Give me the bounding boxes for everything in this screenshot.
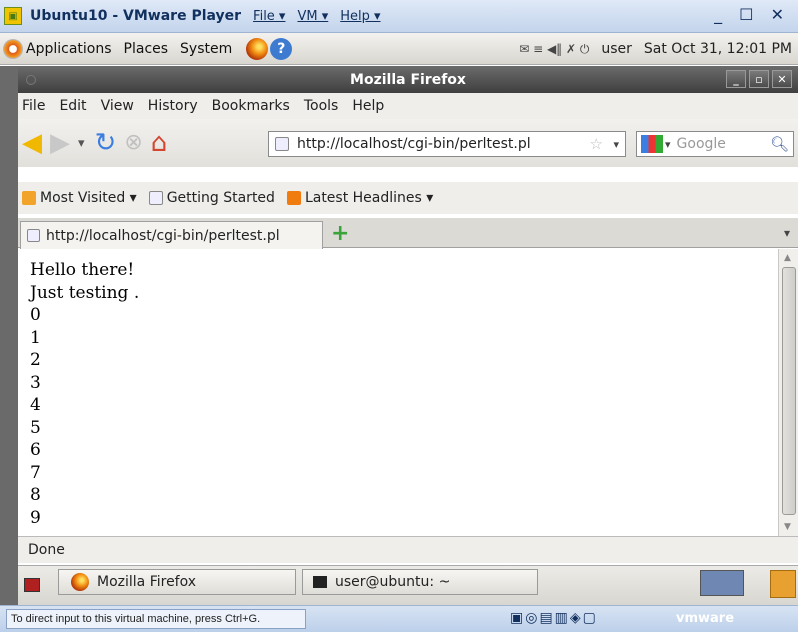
close-button[interactable]: ✕: [772, 70, 792, 88]
search-placeholder[interactable]: Google: [677, 136, 726, 152]
status-bar: Done: [18, 536, 798, 563]
tab-favicon-icon: [27, 229, 40, 242]
vmware-status-bar: To direct input to this virtual machine,…: [0, 605, 798, 632]
vmware-window-controls[interactable]: _ ☐ ✕: [714, 5, 790, 24]
bookmark-star-icon[interactable]: ☆: [590, 135, 603, 153]
menu-bookmarks[interactable]: Bookmarks: [212, 98, 290, 114]
firefox-icon: [71, 573, 89, 591]
firefox-menu-bar: File Edit View History Bookmarks Tools H…: [18, 93, 798, 119]
content-line: 7: [30, 462, 41, 483]
menu-history[interactable]: History: [148, 98, 198, 114]
workspace-switcher[interactable]: [700, 570, 744, 596]
vertical-scrollbar[interactable]: ▲ ▼: [778, 249, 798, 536]
taskbar-item-terminal[interactable]: user@ubuntu: ~: [302, 569, 538, 595]
vmware-brand-logo: vmware: [676, 611, 735, 626]
page-icon: [148, 191, 163, 205]
reload-icon[interactable]: ↻: [95, 130, 117, 156]
help-icon[interactable]: ?: [270, 37, 293, 60]
content-line: 5: [30, 417, 41, 438]
desktop-left-edge: [0, 66, 18, 605]
vmware-window-title: Ubuntu10 - VMware Player: [30, 8, 242, 24]
stop-icon[interactable]: ⊗: [124, 132, 142, 154]
content-line: 8: [30, 485, 41, 505]
firefox-title-bar: Mozilla Firefox _ ▫ ✕: [18, 66, 798, 93]
bookmark-getting-started[interactable]: Getting Started: [148, 190, 275, 206]
menu-help[interactable]: Help: [352, 98, 384, 114]
scroll-up-icon[interactable]: ▲: [784, 253, 791, 263]
url-dropdown-icon[interactable]: ▾: [613, 138, 619, 151]
bookmark-label: Getting Started: [166, 190, 275, 206]
taskbar-item-label: Mozilla Firefox: [97, 574, 197, 590]
bookmark-label: Latest Headlines ▾: [304, 190, 434, 206]
content-line: 0: [30, 305, 41, 325]
minimize-button[interactable]: _: [726, 70, 746, 88]
url-bar[interactable]: http://localhost/cgi-bin/perltest.pl ☆ ▾: [268, 131, 626, 157]
forward-arrow-icon[interactable]: ▶: [50, 130, 70, 156]
menu-edit[interactable]: Edit: [59, 98, 86, 114]
navigation-toolbar: ◀ ▶ ▾ ↻ ⊗ ⌂ http://localhost/cgi-bin/per…: [18, 119, 798, 167]
gnome-top-panel: Applications Places System ? ✉ ≡ ◀‖ ✗ ⏻ …: [0, 33, 798, 65]
firefox-launcher-icon[interactable]: [246, 37, 269, 60]
vmware-menu-file[interactable]: File ▾: [253, 9, 285, 24]
bookmark-latest-headlines[interactable]: Latest Headlines ▾: [286, 190, 434, 206]
bookmark-most-visited[interactable]: Most Visited ▾: [22, 190, 137, 206]
tab-list-dropdown-icon[interactable]: ▾: [784, 226, 790, 240]
home-icon[interactable]: ⌂: [151, 130, 168, 156]
content-line: 6: [30, 440, 41, 460]
vmware-menu-vm[interactable]: VM ▾: [297, 9, 328, 24]
vmware-title-bar: ▣ Ubuntu10 - VMware Player File ▾ VM ▾ H…: [0, 0, 798, 33]
new-tab-icon[interactable]: +: [331, 223, 349, 245]
panel-user[interactable]: user: [601, 41, 632, 57]
scroll-down-icon[interactable]: ▼: [784, 522, 791, 532]
content-line: 1: [30, 327, 41, 348]
url-text[interactable]: http://localhost/cgi-bin/perltest.pl: [297, 136, 531, 152]
content-line: 2: [30, 350, 41, 370]
ubuntu-logo-icon: [3, 39, 23, 59]
bookmarks-toolbar: Most Visited ▾ Getting Started Latest He…: [18, 182, 798, 214]
history-dropdown-icon[interactable]: ▾: [78, 136, 85, 151]
window-menu-icon[interactable]: [26, 75, 36, 85]
status-text: Done: [28, 542, 65, 558]
vmware-menu-help[interactable]: Help ▾: [340, 9, 380, 24]
search-engine-dropdown-icon[interactable]: ▾: [665, 138, 671, 151]
search-box[interactable]: ▾ Google 🔍︎: [636, 131, 794, 157]
trash-icon[interactable]: [770, 570, 796, 598]
vmware-hint-text: To direct input to this virtual machine,…: [6, 609, 306, 629]
panel-menu-places[interactable]: Places: [124, 41, 169, 57]
system-tray-icons[interactable]: ✉ ≡ ◀‖ ✗ ⏻: [519, 42, 589, 57]
maximize-button[interactable]: ▫: [749, 70, 769, 88]
panel-menu-system[interactable]: System: [180, 41, 232, 57]
content-line: 3: [30, 372, 41, 393]
rss-icon: [286, 191, 301, 205]
vmware-app-icon: ▣: [4, 7, 22, 25]
tab-title: http://localhost/cgi-bin/perltest.pl: [46, 227, 280, 244]
content-line: Just testing .: [30, 282, 140, 303]
terminal-icon: [313, 576, 327, 588]
panel-menu-applications[interactable]: Applications: [26, 41, 112, 57]
show-desktop-icon[interactable]: [24, 578, 40, 592]
search-icon[interactable]: 🔍︎: [770, 135, 789, 153]
content-line: 4: [30, 395, 41, 415]
folder-icon: [22, 191, 36, 205]
vmware-device-icons[interactable]: ▣◎▤▥◈▢: [510, 610, 598, 626]
gnome-bottom-panel: Mozilla Firefox user@ubuntu: ~: [18, 565, 798, 605]
page-content: Hello there! Just testing . 0 1 2 3 4 5 …: [18, 249, 778, 536]
panel-clock[interactable]: Sat Oct 31, 12:01 PM: [644, 41, 792, 57]
taskbar-item-firefox[interactable]: Mozilla Firefox: [58, 569, 296, 595]
bookmark-label: Most Visited ▾: [40, 190, 137, 206]
content-line: Hello there!: [30, 260, 135, 280]
taskbar-item-label: user@ubuntu: ~: [335, 574, 451, 590]
scrollbar-thumb[interactable]: [782, 267, 796, 515]
menu-file[interactable]: File: [22, 98, 45, 114]
tab-bar: http://localhost/cgi-bin/perltest.pl + ▾: [18, 218, 798, 249]
back-arrow-icon[interactable]: ◀: [22, 130, 42, 156]
menu-view[interactable]: View: [101, 98, 134, 114]
tab-perltest[interactable]: http://localhost/cgi-bin/perltest.pl: [20, 221, 323, 249]
menu-tools[interactable]: Tools: [304, 98, 339, 114]
content-line: 9: [30, 507, 41, 528]
firefox-window-title: Mozilla Firefox: [350, 71, 466, 88]
google-engine-icon[interactable]: [641, 135, 663, 153]
page-favicon-icon: [275, 137, 289, 151]
